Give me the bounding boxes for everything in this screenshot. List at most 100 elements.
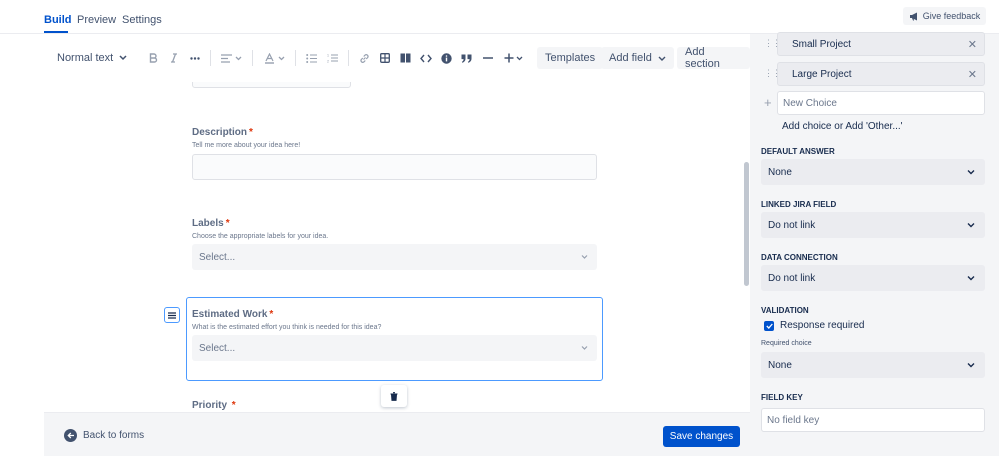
labels-help: Choose the appropriate labels for your i… — [192, 233, 329, 240]
bullet-list-icon — [306, 53, 317, 63]
divider-icon — [483, 57, 493, 59]
top-bar: Build Preview Settings Give feedback — [0, 0, 999, 34]
required-marker: * — [269, 309, 274, 320]
data-connection-select[interactable]: Do not link — [761, 265, 985, 291]
give-feedback-button[interactable]: Give feedback — [903, 7, 986, 25]
labels-label: Labels * — [192, 218, 230, 229]
default-answer-select[interactable]: None — [761, 159, 985, 185]
tab-settings[interactable]: Settings — [122, 14, 162, 26]
svg-text:2: 2 — [327, 60, 329, 64]
field-drag-handle[interactable] — [164, 307, 180, 323]
tab-preview[interactable]: Preview — [77, 14, 116, 26]
info-panel-button[interactable] — [441, 50, 452, 66]
plus-icon — [504, 53, 514, 63]
form-canvas: Description * Tell me more about your ide… — [44, 82, 750, 412]
checkmark-icon[interactable] — [764, 320, 774, 331]
align-dropdown[interactable] — [221, 50, 242, 66]
trash-icon — [390, 391, 398, 401]
back-to-forms-link[interactable]: Back to forms — [64, 429, 144, 442]
estimated-work-label: Estimated Work * — [192, 309, 274, 320]
add-choice-hint[interactable]: Add choice or Add 'Other...' — [782, 121, 903, 132]
field-settings-panel: ⋮⋮ Small Project ✕ ⋮⋮ Large Project ✕ + … — [750, 32, 999, 456]
italic-button[interactable] — [170, 50, 178, 66]
field-key-placeholder: No field key — [767, 414, 820, 426]
link-button[interactable] — [359, 50, 370, 66]
priority-label: Priority * — [192, 400, 236, 411]
chevron-down-icon — [516, 56, 523, 60]
required-choice-value: None — [768, 359, 792, 371]
numbered-list-icon: 12 — [327, 54, 338, 64]
required-marker: * — [231, 400, 236, 411]
response-required-checkbox[interactable]: Response required — [764, 320, 865, 331]
required-choice-select[interactable]: None — [761, 352, 985, 378]
bullet-list-button[interactable] — [306, 50, 317, 66]
text-color-dropdown[interactable] — [264, 50, 285, 66]
linked-jira-field-value: Do not link — [768, 219, 816, 231]
labels-placeholder: Select... — [199, 251, 236, 263]
response-required-label: Response required — [780, 320, 865, 331]
choice-input[interactable]: Large Project ✕ — [777, 62, 985, 86]
new-choice-placeholder: New Choice — [783, 97, 837, 109]
close-icon[interactable]: ✕ — [968, 38, 977, 51]
templates-button[interactable]: Templates — [537, 47, 604, 69]
active-tab-indicator — [44, 31, 68, 33]
add-section-button[interactable]: Add section — [677, 46, 750, 70]
code-icon — [420, 54, 432, 62]
align-icon — [221, 53, 232, 63]
validation-label: VALIDATION — [761, 306, 809, 315]
table-button[interactable] — [380, 50, 390, 66]
labels-select[interactable]: Select... — [192, 244, 597, 270]
layout-button[interactable] — [400, 50, 411, 66]
default-answer-label: DEFAULT ANSWER — [761, 147, 835, 156]
add-field-label: Add field — [609, 52, 652, 64]
chevron-down-icon — [278, 56, 285, 60]
templates-label: Templates — [545, 52, 596, 64]
layout-icon — [400, 53, 411, 63]
canvas-scrollbar[interactable] — [744, 162, 749, 286]
text-style-label: Normal text — [57, 52, 114, 64]
bold-icon — [149, 53, 158, 63]
tab-build[interactable]: Build — [44, 14, 72, 26]
required-choice-label: Required choice — [761, 340, 812, 347]
chevron-down-icon — [581, 255, 588, 259]
previous-field-input[interactable] — [192, 82, 351, 88]
delete-field-button[interactable] — [381, 385, 407, 407]
numbered-list-button[interactable]: 12 — [327, 50, 338, 66]
more-formatting-button[interactable] — [190, 50, 200, 66]
table-icon — [380, 53, 390, 63]
drag-handle-icon — [168, 311, 176, 319]
svg-text:1: 1 — [327, 54, 329, 58]
insert-dropdown[interactable] — [504, 50, 523, 66]
default-answer-value: None — [768, 166, 792, 178]
choice-input[interactable]: Small Project ✕ — [777, 32, 985, 56]
linked-jira-field-label: LINKED JIRA FIELD — [761, 200, 837, 209]
required-marker: * — [225, 218, 230, 229]
bold-button[interactable] — [149, 50, 158, 66]
linked-jira-field-select[interactable]: Do not link — [761, 212, 985, 238]
chevron-down-icon — [235, 56, 242, 60]
close-icon[interactable]: ✕ — [968, 68, 977, 81]
choice-row: ⋮⋮ Small Project ✕ — [760, 32, 990, 56]
quote-icon — [461, 54, 472, 63]
description-input[interactable] — [192, 154, 597, 180]
data-connection-label: DATA CONNECTION — [761, 253, 838, 262]
divider-button[interactable] — [483, 50, 493, 66]
required-marker: * — [249, 127, 253, 138]
field-key-input[interactable]: No field key — [761, 408, 985, 432]
text-style-dropdown[interactable]: Normal text — [57, 50, 127, 66]
estimated-work-placeholder: Select... — [199, 342, 236, 354]
code-button[interactable] — [420, 50, 432, 66]
add-section-label: Add section — [685, 46, 720, 70]
add-field-button[interactable]: Add field — [601, 47, 674, 69]
quote-button[interactable] — [461, 50, 472, 66]
toolbar-divider — [348, 50, 349, 66]
estimated-work-select[interactable]: Select... — [192, 335, 597, 361]
toolbar-divider — [295, 50, 296, 66]
new-choice-input[interactable]: New Choice — [777, 91, 985, 115]
field-key-label: FIELD KEY — [761, 393, 803, 402]
chevron-down-icon — [658, 56, 666, 61]
save-changes-button[interactable]: Save changes — [663, 426, 740, 447]
info-icon — [441, 52, 452, 64]
choice-row: ⋮⋮ Large Project ✕ — [760, 62, 990, 86]
link-icon — [360, 53, 369, 63]
